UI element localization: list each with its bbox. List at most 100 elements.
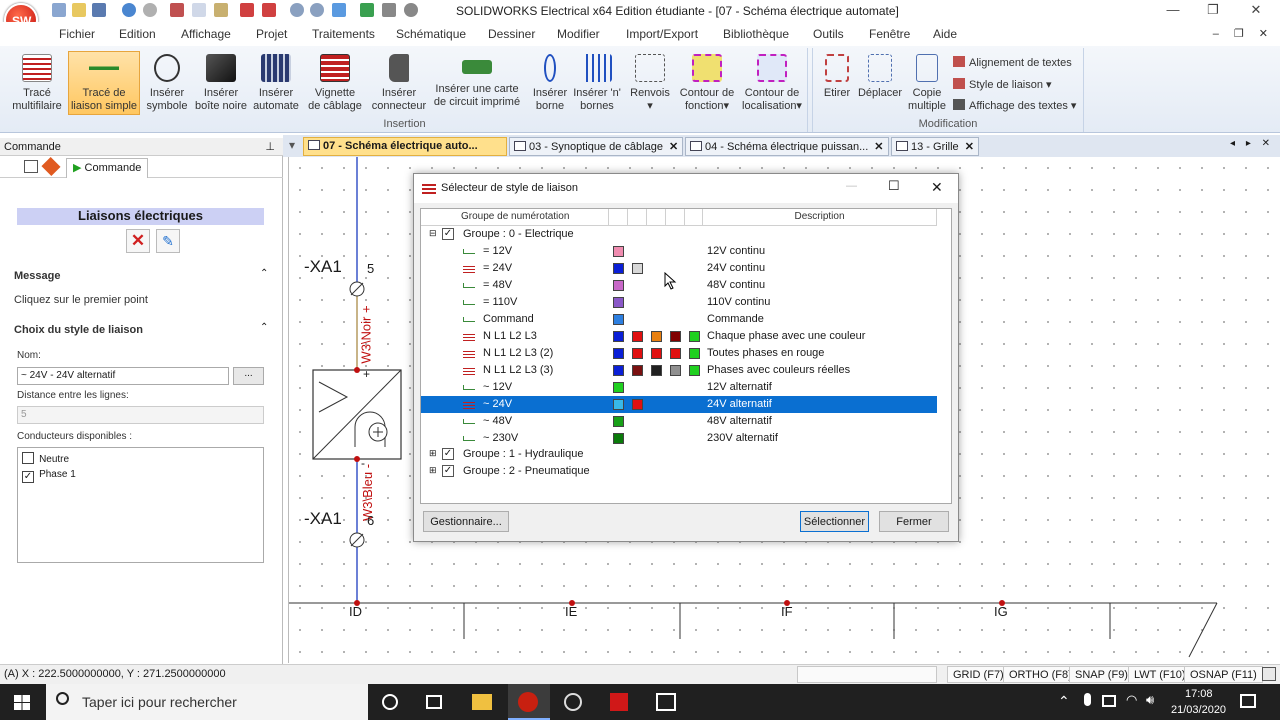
style-row[interactable]: = 48V 48V continu <box>421 277 937 294</box>
contour-localisation-button[interactable]: Contour de localisation▾ <box>738 50 806 113</box>
column-header-color[interactable] <box>666 209 685 226</box>
close-icon[interactable]: ✕ <box>1241 2 1271 18</box>
minimize-icon[interactable]: — <box>846 180 857 192</box>
redo-icon[interactable] <box>143 3 157 17</box>
alignement-textes-button[interactable]: Alignement de textes <box>953 56 1072 69</box>
wire-style-tree[interactable]: Groupe de numérotation Description ⊟ ✓ G… <box>420 208 952 504</box>
taskbar-search[interactable]: Taper ici pour rechercher <box>46 684 368 720</box>
inserer-boite-noire-button[interactable]: Insérer boîte noire <box>192 50 250 113</box>
menu-bibliotheque[interactable]: Bibliothèque <box>723 27 789 41</box>
collapse-icon[interactable]: ⌃ <box>260 322 268 333</box>
style-row[interactable]: N L1 L2 L3 Chaque phase avec une couleur <box>421 328 937 345</box>
inserer-borne-button[interactable]: Insérer borne <box>530 50 570 113</box>
save-icon[interactable] <box>92 3 106 17</box>
trace-multifilaire-button[interactable]: Tracé multifilaire <box>4 50 70 113</box>
style-row[interactable]: ~ 48V 48V alternatif <box>421 413 937 430</box>
cut-icon[interactable] <box>170 3 184 17</box>
run-icon[interactable] <box>360 3 374 17</box>
clock-date[interactable]: 21/03/2020 <box>1171 704 1226 716</box>
settings-icon[interactable] <box>404 3 418 17</box>
tab-synoptique[interactable]: 03 - Synoptique de câblage ✕ <box>509 137 683 156</box>
undo-icon[interactable] <box>122 3 136 17</box>
vignette-cablage-button[interactable]: Vignette de câblage <box>302 50 368 113</box>
menu-fenetre[interactable]: Fenêtre <box>869 27 910 41</box>
menu-traitements[interactable]: Traitements <box>312 27 375 41</box>
style-row[interactable]: Command Commande <box>421 311 937 328</box>
style-row[interactable]: N L1 L2 L3 (2) Toutes phases en rouge <box>421 345 937 362</box>
column-header-description[interactable]: Description <box>703 209 937 226</box>
column-header-color[interactable] <box>609 209 628 226</box>
close-icon[interactable]: ✕ <box>874 141 883 153</box>
trace-liaison-simple-button[interactable]: Tracé de liaison simple <box>68 50 140 113</box>
wifi-icon[interactable]: ◠ <box>1126 692 1137 708</box>
collapse-icon[interactable]: ⌃ <box>260 268 268 279</box>
import-icon[interactable] <box>240 3 254 17</box>
affichage-textes-button[interactable]: Affichage des textes ▾ <box>953 99 1076 112</box>
components-icon[interactable] <box>41 156 61 177</box>
menu-aide[interactable]: Aide <box>933 27 957 41</box>
pin-icon[interactable]: ▾ <box>289 138 295 152</box>
menu-affichage[interactable]: Affichage <box>181 27 231 41</box>
microphone-icon[interactable] <box>1084 693 1091 706</box>
style-row[interactable]: = 24V 24V continu <box>421 260 937 277</box>
inserer-connecteur-button[interactable]: Insérer connecteur <box>368 50 430 113</box>
column-header-color[interactable] <box>647 209 666 226</box>
tool-icon[interactable] <box>382 3 396 17</box>
checkbox[interactable]: ✓ <box>22 471 34 483</box>
select-button[interactable]: Sélectionner <box>800 511 869 532</box>
conductor-item[interactable]: Neutre <box>22 452 69 465</box>
minimize-icon[interactable]: — <box>1158 2 1188 17</box>
expand-icon[interactable]: ⊞ <box>429 448 437 459</box>
checkbox[interactable] <box>22 452 34 464</box>
cortana-icon[interactable] <box>382 694 398 710</box>
renvois-button[interactable]: Renvois ▾ <box>626 50 674 113</box>
style-row[interactable]: = 12V 12V continu <box>421 243 937 260</box>
ortho-toggle[interactable]: ORTHO (F8) <box>1003 666 1078 683</box>
distance-field[interactable]: 5 <box>17 406 264 424</box>
task-view-icon[interactable] <box>426 695 442 709</box>
group-row[interactable]: ⊟ ✓ Groupe : 0 - Electrique <box>421 226 937 243</box>
group-row[interactable]: ⊞ ✓ Groupe : 1 - Hydraulique <box>421 446 937 463</box>
tab-grille[interactable]: 13 - Grille ✕ <box>891 137 979 156</box>
maximize-icon[interactable]: ☐ <box>888 178 900 194</box>
pin-icon[interactable]: ⊥ <box>265 140 275 153</box>
file-explorer-icon[interactable] <box>472 694 492 710</box>
clock-time[interactable]: 17:08 <box>1185 688 1213 700</box>
style-liaison-button[interactable]: Style de liaison ▾ <box>953 78 1052 91</box>
etirer-button[interactable]: Etirer <box>815 50 859 100</box>
menu-schematique[interactable]: Schématique <box>396 27 466 41</box>
menu-fichier[interactable]: Fichier <box>59 27 95 41</box>
open-icon[interactable] <box>72 3 86 17</box>
restore-icon[interactable]: ❐ <box>1198 2 1228 18</box>
close-button[interactable]: Fermer <box>879 511 949 532</box>
checkbox[interactable]: ✓ <box>442 228 454 240</box>
style-row[interactable]: ~ 12V 12V alternatif <box>421 379 937 396</box>
snap-toggle[interactable]: SNAP (F9) <box>1069 666 1134 683</box>
menu-import-export[interactable]: Import/Export <box>626 27 698 41</box>
edit-button[interactable]: ✎ <box>156 229 180 253</box>
close-icon[interactable]: ✕ <box>965 141 974 153</box>
menu-modifier[interactable]: Modifier <box>557 27 600 41</box>
expand-icon[interactable]: ⊞ <box>429 465 437 476</box>
menu-dessiner[interactable]: Dessiner <box>488 27 535 41</box>
copie-multiple-button[interactable]: Copie multiple <box>903 50 951 113</box>
inserer-symbole-button[interactable]: Insérer symbole <box>142 50 192 113</box>
lwt-toggle[interactable]: LWT (F10) <box>1128 666 1192 683</box>
paste-icon[interactable] <box>214 3 228 17</box>
export-icon[interactable] <box>262 3 276 17</box>
osnap-toggle[interactable]: OSNAP (F11) <box>1184 666 1263 683</box>
close-icon[interactable]: ✕ <box>669 141 678 153</box>
menu-edition[interactable]: Edition <box>119 27 156 41</box>
inserer-automate-button[interactable]: Insérer automate <box>250 50 302 113</box>
status-icon[interactable] <box>1262 667 1276 681</box>
pdf-icon[interactable] <box>610 693 628 711</box>
tray-chevron-icon[interactable]: ⌃ <box>1058 693 1070 710</box>
style-row[interactable]: N L1 L2 L3 (3) Phases avec couleurs réell… <box>421 362 937 379</box>
pan-icon[interactable] <box>332 3 346 17</box>
style-row[interactable]: ~ 24V 24V alternatif <box>421 396 937 413</box>
grid-toggle[interactable]: GRID (F7) <box>947 666 1010 683</box>
group-row[interactable]: ⊞ ✓ Groupe : 2 - Pneumatique <box>421 463 937 480</box>
column-header-group[interactable]: Groupe de numérotation <box>421 209 609 226</box>
menu-outils[interactable]: Outils <box>813 27 844 41</box>
tab-schema-puissance[interactable]: 04 - Schéma électrique puissan... ✕ <box>685 137 889 156</box>
